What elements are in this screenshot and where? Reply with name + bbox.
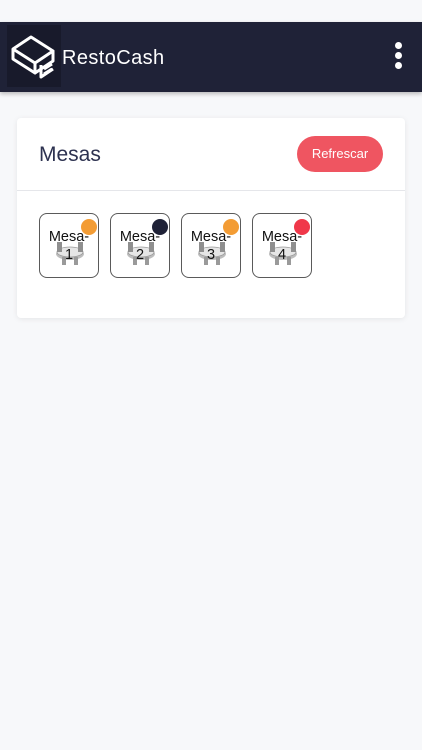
table-card-2[interactable]: Mesa-2 — [110, 213, 170, 278]
menu-dot — [395, 42, 402, 49]
more-vert-icon[interactable] — [392, 40, 406, 72]
status-bar — [0, 0, 422, 22]
app-brand: RestoCash — [62, 47, 165, 69]
menu-dot — [395, 52, 402, 59]
status-dot — [223, 219, 239, 235]
status-dot — [294, 219, 310, 235]
app-bar: RestoCash — [0, 22, 422, 92]
restocash-logo-icon — [7, 25, 61, 87]
table-card-4[interactable]: Mesa-4 — [252, 213, 312, 278]
panel-header: Mesas Refrescar — [17, 118, 405, 191]
refresh-button[interactable]: Refrescar — [297, 136, 383, 172]
tables-panel: Mesas Refrescar Mesa-1 Mesa-2 Mesa-3 Mes… — [17, 118, 405, 318]
panel-title: Mesas — [39, 143, 101, 166]
status-dot — [152, 219, 168, 235]
table-card-1[interactable]: Mesa-1 — [39, 213, 99, 278]
status-dot — [81, 219, 97, 235]
menu-dot — [395, 62, 402, 69]
table-card-3[interactable]: Mesa-3 — [181, 213, 241, 278]
